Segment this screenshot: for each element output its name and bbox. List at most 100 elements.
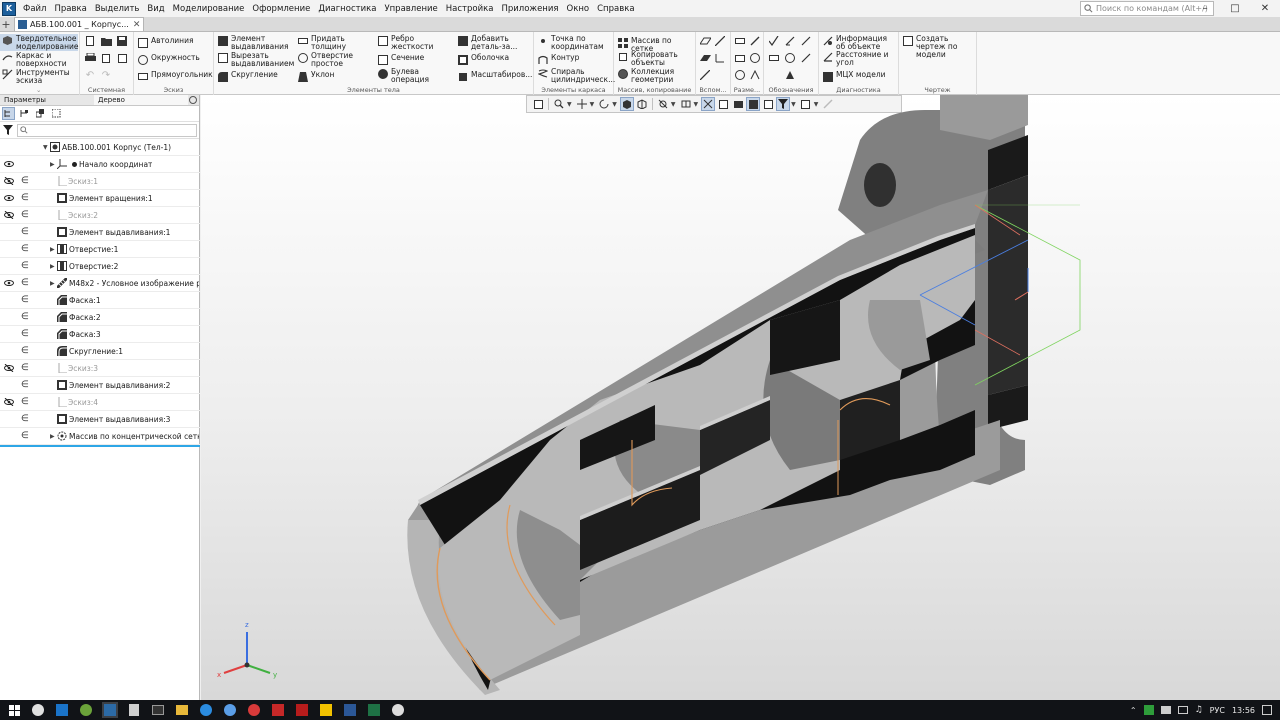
menu-diagnostics[interactable]: Диагностика — [314, 4, 380, 14]
radial-dimension-icon[interactable] — [749, 52, 761, 64]
eye-hidden-icon[interactable] — [4, 210, 14, 220]
edge-icon[interactable] — [198, 702, 214, 718]
notes-icon[interactable] — [318, 702, 334, 718]
aux-csys-icon[interactable] — [714, 52, 726, 64]
excel-icon[interactable] — [366, 702, 382, 718]
collapse-arrow-icon[interactable]: ▶ — [50, 280, 55, 287]
tree-row-extrude-2[interactable]: ∈ Элемент выдавливания:2 — [0, 377, 200, 394]
mark-icon[interactable] — [800, 52, 812, 64]
model-viewport[interactable]: ▼ ▼ ▼ ▼ ▼ ▼ ▼ z x y — [201, 95, 1280, 700]
simple-hole-button[interactable]: Отверстие простое — [297, 52, 375, 68]
geometry-collection-button[interactable]: Коллекция геометрии — [617, 68, 695, 84]
object-info-button[interactable]: Информация об объекте — [822, 35, 898, 51]
start-windows-icon[interactable] — [6, 702, 22, 718]
fillet-button[interactable]: Скругление — [217, 71, 278, 82]
close-tab-icon[interactable]: ✕ — [133, 20, 141, 30]
tree-search-input[interactable] — [17, 123, 197, 137]
tree-row-chamfer-3[interactable]: ∈ Фаска:3 — [0, 326, 200, 343]
tab-tree[interactable]: Дерево — [94, 95, 188, 105]
collapse-arrow-icon[interactable]: ▶ — [50, 433, 55, 440]
menu-file[interactable]: Файл — [19, 4, 50, 14]
roughness-icon[interactable] — [768, 35, 780, 47]
tray-expand-icon[interactable]: ⌃ — [1130, 706, 1137, 715]
rib-button[interactable]: Ребро жесткости — [377, 35, 455, 51]
language-indicator[interactable]: РУС — [1210, 706, 1225, 715]
copy-objects-button[interactable]: Копировать объекты — [617, 51, 695, 67]
point-by-coords-button[interactable]: Точка по координатам — [537, 35, 613, 51]
modes-expand-icon[interactable]: ⌄ — [0, 86, 79, 95]
outlook-icon[interactable] — [54, 702, 70, 718]
base-icon[interactable] — [784, 35, 796, 47]
network-icon[interactable] — [1160, 706, 1171, 714]
tree-row-fillet-1[interactable]: ∈ Скругление:1 — [0, 343, 200, 360]
draft-button[interactable]: Уклон — [297, 71, 334, 82]
acrobat-icon[interactable] — [294, 702, 310, 718]
save-icon[interactable] — [116, 35, 128, 47]
weld-icon[interactable] — [768, 52, 780, 64]
calculator-icon[interactable] — [126, 702, 142, 718]
eye-hidden-icon[interactable] — [4, 363, 14, 373]
menu-settings[interactable]: Настройка — [442, 4, 498, 14]
part-3d-model[interactable] — [201, 95, 1280, 700]
tree-row-revolve-1[interactable]: ∈ Элемент вращения:1 — [0, 190, 200, 207]
gear-icon[interactable] — [189, 96, 197, 104]
battery-icon[interactable] — [1177, 706, 1188, 714]
leader-icon[interactable] — [800, 35, 812, 47]
kompas-taskbar-icon[interactable] — [102, 702, 118, 718]
opera-icon[interactable] — [246, 702, 262, 718]
open-folder-icon[interactable] — [100, 35, 112, 47]
aux-plane-icon[interactable] — [699, 35, 711, 47]
volume-icon[interactable]: ♫ — [1195, 705, 1203, 715]
tree-row-sketch-1[interactable]: ∈ Эскиз:1 — [0, 173, 200, 190]
circle-button[interactable]: Окружность — [137, 54, 200, 65]
tree-layers-icon[interactable] — [50, 107, 63, 120]
menu-edit[interactable]: Правка — [50, 4, 90, 14]
tree-row-hole-1[interactable]: ∈ ▶ Отверстие:1 — [0, 241, 200, 258]
filezilla-icon[interactable] — [270, 702, 286, 718]
tree-row-concentric-array[interactable]: ∈ ▶ Массив по концентрической сетке — [0, 428, 200, 445]
thicken-button[interactable]: Придать толщину — [297, 35, 375, 51]
rectangle-button[interactable]: Прямоугольник — [137, 71, 213, 82]
eye-hidden-icon[interactable] — [4, 397, 14, 407]
aux-line-icon[interactable] — [699, 69, 711, 81]
mode-wireframe-surfaces[interactable]: Каркас и поверхности — [0, 51, 78, 68]
browser-icon[interactable] — [222, 702, 238, 718]
tray-app-icon[interactable] — [1143, 705, 1154, 715]
cylindrical-spiral-button[interactable]: Спираль цилиндрическ... — [537, 68, 615, 84]
tab-parameters[interactable]: Параметры — [0, 95, 94, 105]
contour-button[interactable]: Контур — [537, 54, 579, 65]
tree-row-root[interactable]: ▼ АБВ.100.001 Корпус (Тел-1) — [0, 139, 200, 156]
mass-properties-button[interactable]: МЦХ модели — [822, 71, 886, 82]
tree-structure-icon[interactable] — [2, 107, 15, 120]
print-icon[interactable] — [84, 52, 96, 64]
angular-dimension-icon[interactable] — [734, 52, 746, 64]
shell-button[interactable]: Оболочка — [457, 54, 509, 65]
menu-view[interactable]: Вид — [143, 4, 168, 14]
maximize-button[interactable]: □ — [1220, 0, 1250, 17]
properties-icon[interactable] — [116, 52, 128, 64]
new-document-icon[interactable] — [84, 35, 96, 47]
menu-apps[interactable]: Приложения — [497, 4, 562, 14]
close-button[interactable]: ✕ — [1250, 0, 1280, 17]
designation-icon[interactable] — [784, 69, 796, 81]
eye-icon[interactable] — [4, 278, 14, 288]
aux-axis-icon[interactable] — [714, 35, 726, 47]
tolerance-icon[interactable] — [784, 52, 796, 64]
eye-hidden-icon[interactable] — [4, 176, 14, 186]
yandex-browser-icon[interactable] — [30, 702, 46, 718]
app-icon[interactable]: K — [2, 1, 16, 16]
tree-row-sketch-3[interactable]: ∈ Эскиз:3 — [0, 360, 200, 377]
expand-arrow-icon[interactable]: ▼ — [43, 144, 48, 151]
file-explorer-icon[interactable] — [174, 702, 190, 718]
chrome-icon[interactable] — [78, 702, 94, 718]
menu-manage[interactable]: Управление — [380, 4, 441, 14]
filter-icon[interactable] — [3, 125, 13, 135]
tree-row-hole-2[interactable]: ∈ ▶ Отверстие:2 — [0, 258, 200, 275]
create-drawing-button[interactable]: Создать чертеж по модели — [902, 35, 976, 59]
tree-components-icon[interactable] — [34, 107, 47, 120]
mode-sketch-tools[interactable]: Инструменты эскиза — [0, 68, 78, 85]
tree-row-thread[interactable]: ∈ ▶ M48x2 - Условное изображение рез — [0, 275, 200, 292]
collapse-arrow-icon[interactable]: ▶ — [50, 161, 55, 168]
word-icon[interactable] — [342, 702, 358, 718]
eye-icon[interactable] — [4, 159, 14, 169]
